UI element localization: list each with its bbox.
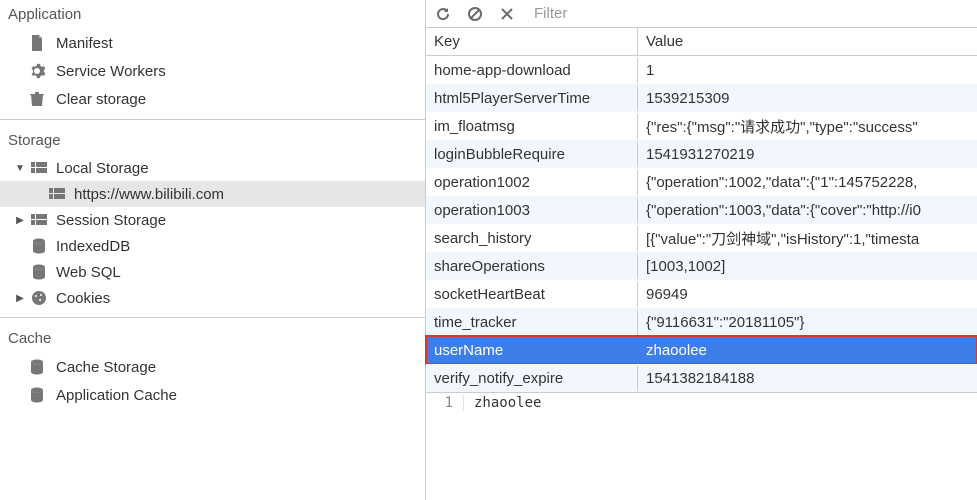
sidebar-item-manifest[interactable]: Manifest xyxy=(0,29,425,57)
tree-item-label: https://www.bilibili.com xyxy=(74,186,224,203)
chevron-right-icon: ▶ xyxy=(14,293,26,304)
section-title-cache: Cache xyxy=(0,324,425,353)
cell-key: im_floatmsg xyxy=(426,114,638,139)
filter-input[interactable] xyxy=(530,3,969,24)
section-title-application: Application xyxy=(0,0,425,29)
delete-button[interactable] xyxy=(498,5,516,23)
chevron-right-icon: ▶ xyxy=(14,215,26,226)
cell-value: {"9116631":"20181105"} xyxy=(638,310,977,335)
sidebar-item-application-cache[interactable]: Application Cache xyxy=(0,381,425,409)
cell-key: search_history xyxy=(426,226,638,251)
content-pane: Key Value home-app-download1html5PlayerS… xyxy=(426,0,977,500)
tree-item-local-storage[interactable]: ▼ Local Storage xyxy=(0,155,425,181)
tree-item-local-storage-origin[interactable]: https://www.bilibili.com xyxy=(0,181,425,207)
cell-value: {"operation":1003,"data":{"cover":"http:… xyxy=(638,198,977,223)
table-row[interactable]: html5PlayerServerTime1539215309 xyxy=(426,84,977,112)
tree-item-session-storage[interactable]: ▶ Session Storage xyxy=(0,207,425,233)
cell-key: home-app-download xyxy=(426,58,638,83)
sidebar-item-service-workers[interactable]: Service Workers xyxy=(0,57,425,85)
cell-value: {"operation":1002,"data":{"1":145752228, xyxy=(638,170,977,195)
sidebar-item-label: Clear storage xyxy=(56,91,146,108)
table-row[interactable]: loginBubbleRequire1541931270219 xyxy=(426,140,977,168)
cell-value: 96949 xyxy=(638,282,977,307)
tree-item-label: Web SQL xyxy=(56,264,121,281)
database-icon xyxy=(30,237,48,255)
sidebar-item-label: Application Cache xyxy=(56,387,177,404)
table-row[interactable]: operation1002{"operation":1002,"data":{"… xyxy=(426,168,977,196)
table-row[interactable]: userNamezhaoolee xyxy=(426,336,977,364)
clear-button[interactable] xyxy=(466,5,484,23)
cell-key: socketHeartBeat xyxy=(426,282,638,307)
tree-item-label: Session Storage xyxy=(56,212,166,229)
gear-icon xyxy=(28,62,46,80)
table-row[interactable]: time_tracker{"9116631":"20181105"} xyxy=(426,308,977,336)
toolbar xyxy=(426,0,977,28)
database-icon xyxy=(30,263,48,281)
sidebar: Application Manifest Service Workers Cle… xyxy=(0,0,426,500)
section-title-storage: Storage xyxy=(0,126,425,155)
sidebar-item-cache-storage[interactable]: Cache Storage xyxy=(0,353,425,381)
database-icon xyxy=(28,386,46,404)
grid-icon xyxy=(30,159,48,177)
table-row[interactable]: verify_notify_expire1541382184188 xyxy=(426,364,977,392)
table-row[interactable]: socketHeartBeat96949 xyxy=(426,280,977,308)
sidebar-item-label: Manifest xyxy=(56,35,113,52)
tree-item-label: Local Storage xyxy=(56,160,149,177)
tree-item-label: Cookies xyxy=(56,290,110,307)
cell-value: 1541382184188 xyxy=(638,366,977,391)
tree-item-label: IndexedDB xyxy=(56,238,130,255)
table-body: home-app-download1html5PlayerServerTime1… xyxy=(426,56,977,392)
grid-icon xyxy=(30,211,48,229)
tree-item-indexeddb[interactable]: IndexedDB xyxy=(0,233,425,259)
tree-item-websql[interactable]: Web SQL xyxy=(0,259,425,285)
cell-key: html5PlayerServerTime xyxy=(426,86,638,111)
line-number: 1 xyxy=(426,395,464,411)
sidebar-item-label: Cache Storage xyxy=(56,359,156,376)
table-header: Key Value xyxy=(426,28,977,56)
cell-key: operation1002 xyxy=(426,170,638,195)
cell-value: [1003,1002] xyxy=(638,254,977,279)
cell-key: userName xyxy=(426,338,638,363)
table-row[interactable]: search_history[{"value":"刀剑神域","isHistor… xyxy=(426,224,977,252)
table-row[interactable]: shareOperations[1003,1002] xyxy=(426,252,977,280)
cell-key: operation1003 xyxy=(426,198,638,223)
value-text: zhaoolee xyxy=(464,395,541,411)
cell-value: 1539215309 xyxy=(638,86,977,111)
column-header-value[interactable]: Value xyxy=(638,28,977,55)
cell-key: time_tracker xyxy=(426,310,638,335)
chevron-down-icon: ▼ xyxy=(14,163,26,174)
cell-key: shareOperations xyxy=(426,254,638,279)
cell-key: loginBubbleRequire xyxy=(426,142,638,167)
trash-icon xyxy=(28,90,46,108)
cell-value: [{"value":"刀剑神域","isHistory":1,"timesta xyxy=(638,224,977,253)
database-icon xyxy=(28,358,46,376)
sidebar-item-clear-storage[interactable]: Clear storage xyxy=(0,85,425,113)
table-row[interactable]: operation1003{"operation":1003,"data":{"… xyxy=(426,196,977,224)
cell-value: 1 xyxy=(638,58,977,83)
tree-item-cookies[interactable]: ▶ Cookies xyxy=(0,285,425,311)
document-icon xyxy=(28,34,46,52)
table-row[interactable]: home-app-download1 xyxy=(426,56,977,84)
refresh-button[interactable] xyxy=(434,5,452,23)
grid-icon xyxy=(48,185,66,203)
cell-value: 1541931270219 xyxy=(638,142,977,167)
cell-key: verify_notify_expire xyxy=(426,366,638,391)
cell-value: {"res":{"msg":"请求成功","type":"success" xyxy=(638,112,977,141)
column-header-key[interactable]: Key xyxy=(426,28,638,55)
table-row[interactable]: im_floatmsg{"res":{"msg":"请求成功","type":"… xyxy=(426,112,977,140)
cookie-icon xyxy=(30,289,48,307)
cell-value: zhaoolee xyxy=(638,338,977,363)
value-viewer: 1 zhaoolee xyxy=(426,392,977,411)
sidebar-item-label: Service Workers xyxy=(56,63,166,80)
